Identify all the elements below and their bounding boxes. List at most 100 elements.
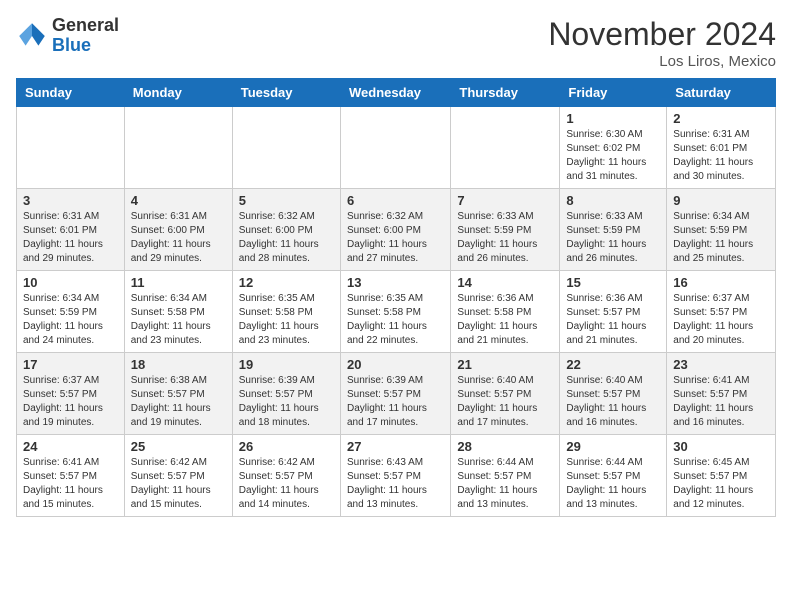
calendar-cell: 9Sunrise: 6:34 AM Sunset: 5:59 PM Daylig… xyxy=(667,189,776,271)
day-info: Sunrise: 6:35 AM Sunset: 5:58 PM Dayligh… xyxy=(347,292,444,348)
calendar-cell: 29 Sunrise: 6:44 AM Sunset: 5:57 PM Dayli… xyxy=(560,435,667,517)
weekday-header-sunday: Sunday xyxy=(17,79,125,107)
calendar-cell: 25 Sunrise: 6:42 AM Sunset: 5:57 PM Dayli… xyxy=(124,435,232,517)
day-number: 26 xyxy=(239,439,334,454)
calendar-cell: 28Sunrise: 6:44 AM Sunset: 5:57 PM Dayli… xyxy=(451,435,560,517)
day-number: 10 xyxy=(23,275,118,290)
calendar-cell: 19Sunrise: 6:39 AM Sunset: 5:57 PM Dayli… xyxy=(232,353,340,435)
weekday-header-thursday: Thursday xyxy=(451,79,560,107)
day-number: 6 xyxy=(347,193,444,208)
day-info: Sunrise: 6:31 AM Sunset: 6:00 PM Dayligh… xyxy=(131,210,226,266)
calendar-week-row: 17Sunrise: 6:37 AM Sunset: 5:57 PM Dayli… xyxy=(17,353,776,435)
day-number: 13 xyxy=(347,275,444,290)
day-info: Sunrise: 6:45 AM Sunset: 5:57 PM Dayligh… xyxy=(673,456,769,512)
logo-text: General Blue xyxy=(52,16,119,56)
weekday-header-tuesday: Tuesday xyxy=(232,79,340,107)
day-info: Sunrise: 6:37 AM Sunset: 5:57 PM Dayligh… xyxy=(23,374,118,430)
calendar-week-row: 3 Sunrise: 6:31 AM Sunset: 6:01 PM Daylig… xyxy=(17,189,776,271)
day-info: Sunrise: 6:42 AM Sunset: 5:57 PM Dayligh… xyxy=(239,456,334,512)
month-title: November 2024 xyxy=(548,16,776,53)
calendar-cell: 22Sunrise: 6:40 AM Sunset: 5:57 PM Dayli… xyxy=(560,353,667,435)
day-number: 21 xyxy=(457,357,553,372)
day-number: 28 xyxy=(457,439,553,454)
day-number: 27 xyxy=(347,439,444,454)
calendar-cell: 1Sunrise: 6:30 AM Sunset: 6:02 PM Daylig… xyxy=(560,107,667,189)
day-number: 12 xyxy=(239,275,334,290)
weekday-header-wednesday: Wednesday xyxy=(340,79,450,107)
logo: General Blue xyxy=(16,16,119,56)
day-number: 15 xyxy=(566,275,660,290)
calendar-cell: 26 Sunrise: 6:42 AM Sunset: 5:57 PM Dayli… xyxy=(232,435,340,517)
day-info: Sunrise: 6:32 AM Sunset: 6:00 PM Dayligh… xyxy=(347,210,444,266)
logo-blue-text: Blue xyxy=(52,36,119,56)
day-info: Sunrise: 6:32 AM Sunset: 6:00 PM Dayligh… xyxy=(239,210,334,266)
day-info: Sunrise: 6:43 AM Sunset: 5:57 PM Dayligh… xyxy=(347,456,444,512)
calendar-cell xyxy=(340,107,450,189)
calendar-cell: 18 Sunrise: 6:38 AM Sunset: 5:57 PM Dayli… xyxy=(124,353,232,435)
day-number: 9 xyxy=(673,193,769,208)
day-info: Sunrise: 6:41 AM Sunset: 5:57 PM Dayligh… xyxy=(673,374,769,430)
logo-general-text: General xyxy=(52,16,119,36)
day-number: 7 xyxy=(457,193,553,208)
day-info: Sunrise: 6:38 AM Sunset: 5:57 PM Dayligh… xyxy=(131,374,226,430)
calendar-cell: 13 Sunrise: 6:35 AM Sunset: 5:58 PM Dayli… xyxy=(340,271,450,353)
day-info: Sunrise: 6:30 AM Sunset: 6:02 PM Dayligh… xyxy=(566,128,660,184)
day-number: 4 xyxy=(131,193,226,208)
day-info: Sunrise: 6:40 AM Sunset: 5:57 PM Dayligh… xyxy=(457,374,553,430)
day-info: Sunrise: 6:42 AM Sunset: 5:57 PM Dayligh… xyxy=(131,456,226,512)
page-header: General Blue November 2024 Los Liros, Me… xyxy=(16,16,776,70)
calendar-cell: 21 Sunrise: 6:40 AM Sunset: 5:57 PM Dayli… xyxy=(451,353,560,435)
location: Los Liros, Mexico xyxy=(548,53,776,70)
calendar-cell: 6 Sunrise: 6:32 AM Sunset: 6:00 PM Daylig… xyxy=(340,189,450,271)
day-info: Sunrise: 6:31 AM Sunset: 6:01 PM Dayligh… xyxy=(673,128,769,184)
day-number: 2 xyxy=(673,111,769,126)
day-info: Sunrise: 6:34 AM Sunset: 5:58 PM Dayligh… xyxy=(131,292,226,348)
calendar-cell: 14 Sunrise: 6:36 AM Sunset: 5:58 PM Dayli… xyxy=(451,271,560,353)
day-number: 3 xyxy=(23,193,118,208)
calendar-cell: 23 Sunrise: 6:41 AM Sunset: 5:57 PM Dayli… xyxy=(667,353,776,435)
calendar-cell: 24 Sunrise: 6:41 AM Sunset: 5:57 PM Dayli… xyxy=(17,435,125,517)
calendar-cell: 8Sunrise: 6:33 AM Sunset: 5:59 PM Daylig… xyxy=(560,189,667,271)
calendar-cell: 11 Sunrise: 6:34 AM Sunset: 5:58 PM Dayli… xyxy=(124,271,232,353)
day-number: 23 xyxy=(673,357,769,372)
day-number: 8 xyxy=(566,193,660,208)
weekday-header-saturday: Saturday xyxy=(667,79,776,107)
day-number: 5 xyxy=(239,193,334,208)
calendar-cell: 16 Sunrise: 6:37 AM Sunset: 5:57 PM Dayli… xyxy=(667,271,776,353)
day-info: Sunrise: 6:39 AM Sunset: 5:57 PM Dayligh… xyxy=(347,374,444,430)
weekday-header-friday: Friday xyxy=(560,79,667,107)
day-info: Sunrise: 6:40 AM Sunset: 5:57 PM Dayligh… xyxy=(566,374,660,430)
day-number: 20 xyxy=(347,357,444,372)
calendar-cell: 12 Sunrise: 6:35 AM Sunset: 5:58 PM Dayli… xyxy=(232,271,340,353)
day-info: Sunrise: 6:44 AM Sunset: 5:57 PM Dayligh… xyxy=(566,456,660,512)
calendar-cell xyxy=(17,107,125,189)
day-number: 14 xyxy=(457,275,553,290)
day-info: Sunrise: 6:34 AM Sunset: 5:59 PM Dayligh… xyxy=(23,292,118,348)
calendar-cell: 7 Sunrise: 6:33 AM Sunset: 5:59 PM Daylig… xyxy=(451,189,560,271)
day-number: 16 xyxy=(673,275,769,290)
day-info: Sunrise: 6:41 AM Sunset: 5:57 PM Dayligh… xyxy=(23,456,118,512)
weekday-header-monday: Monday xyxy=(124,79,232,107)
calendar-week-row: 1Sunrise: 6:30 AM Sunset: 6:02 PM Daylig… xyxy=(17,107,776,189)
calendar-cell: 10 Sunrise: 6:34 AM Sunset: 5:59 PM Dayli… xyxy=(17,271,125,353)
calendar-cell: 3 Sunrise: 6:31 AM Sunset: 6:01 PM Daylig… xyxy=(17,189,125,271)
day-info: Sunrise: 6:33 AM Sunset: 5:59 PM Dayligh… xyxy=(457,210,553,266)
calendar-cell: 4 Sunrise: 6:31 AM Sunset: 6:00 PM Daylig… xyxy=(124,189,232,271)
calendar-week-row: 24 Sunrise: 6:41 AM Sunset: 5:57 PM Dayli… xyxy=(17,435,776,517)
calendar-cell xyxy=(451,107,560,189)
calendar-cell: 30Sunrise: 6:45 AM Sunset: 5:57 PM Dayli… xyxy=(667,435,776,517)
title-block: November 2024 Los Liros, Mexico xyxy=(548,16,776,70)
day-info: Sunrise: 6:37 AM Sunset: 5:57 PM Dayligh… xyxy=(673,292,769,348)
calendar-table: SundayMondayTuesdayWednesdayThursdayFrid… xyxy=(16,78,776,517)
day-number: 11 xyxy=(131,275,226,290)
day-info: Sunrise: 6:36 AM Sunset: 5:58 PM Dayligh… xyxy=(457,292,553,348)
day-number: 18 xyxy=(131,357,226,372)
calendar-cell: 15Sunrise: 6:36 AM Sunset: 5:57 PM Dayli… xyxy=(560,271,667,353)
calendar-cell xyxy=(124,107,232,189)
day-number: 24 xyxy=(23,439,118,454)
day-number: 29 xyxy=(566,439,660,454)
day-number: 25 xyxy=(131,439,226,454)
calendar-cell: 17Sunrise: 6:37 AM Sunset: 5:57 PM Dayli… xyxy=(17,353,125,435)
day-info: Sunrise: 6:31 AM Sunset: 6:01 PM Dayligh… xyxy=(23,210,118,266)
day-info: Sunrise: 6:35 AM Sunset: 5:58 PM Dayligh… xyxy=(239,292,334,348)
